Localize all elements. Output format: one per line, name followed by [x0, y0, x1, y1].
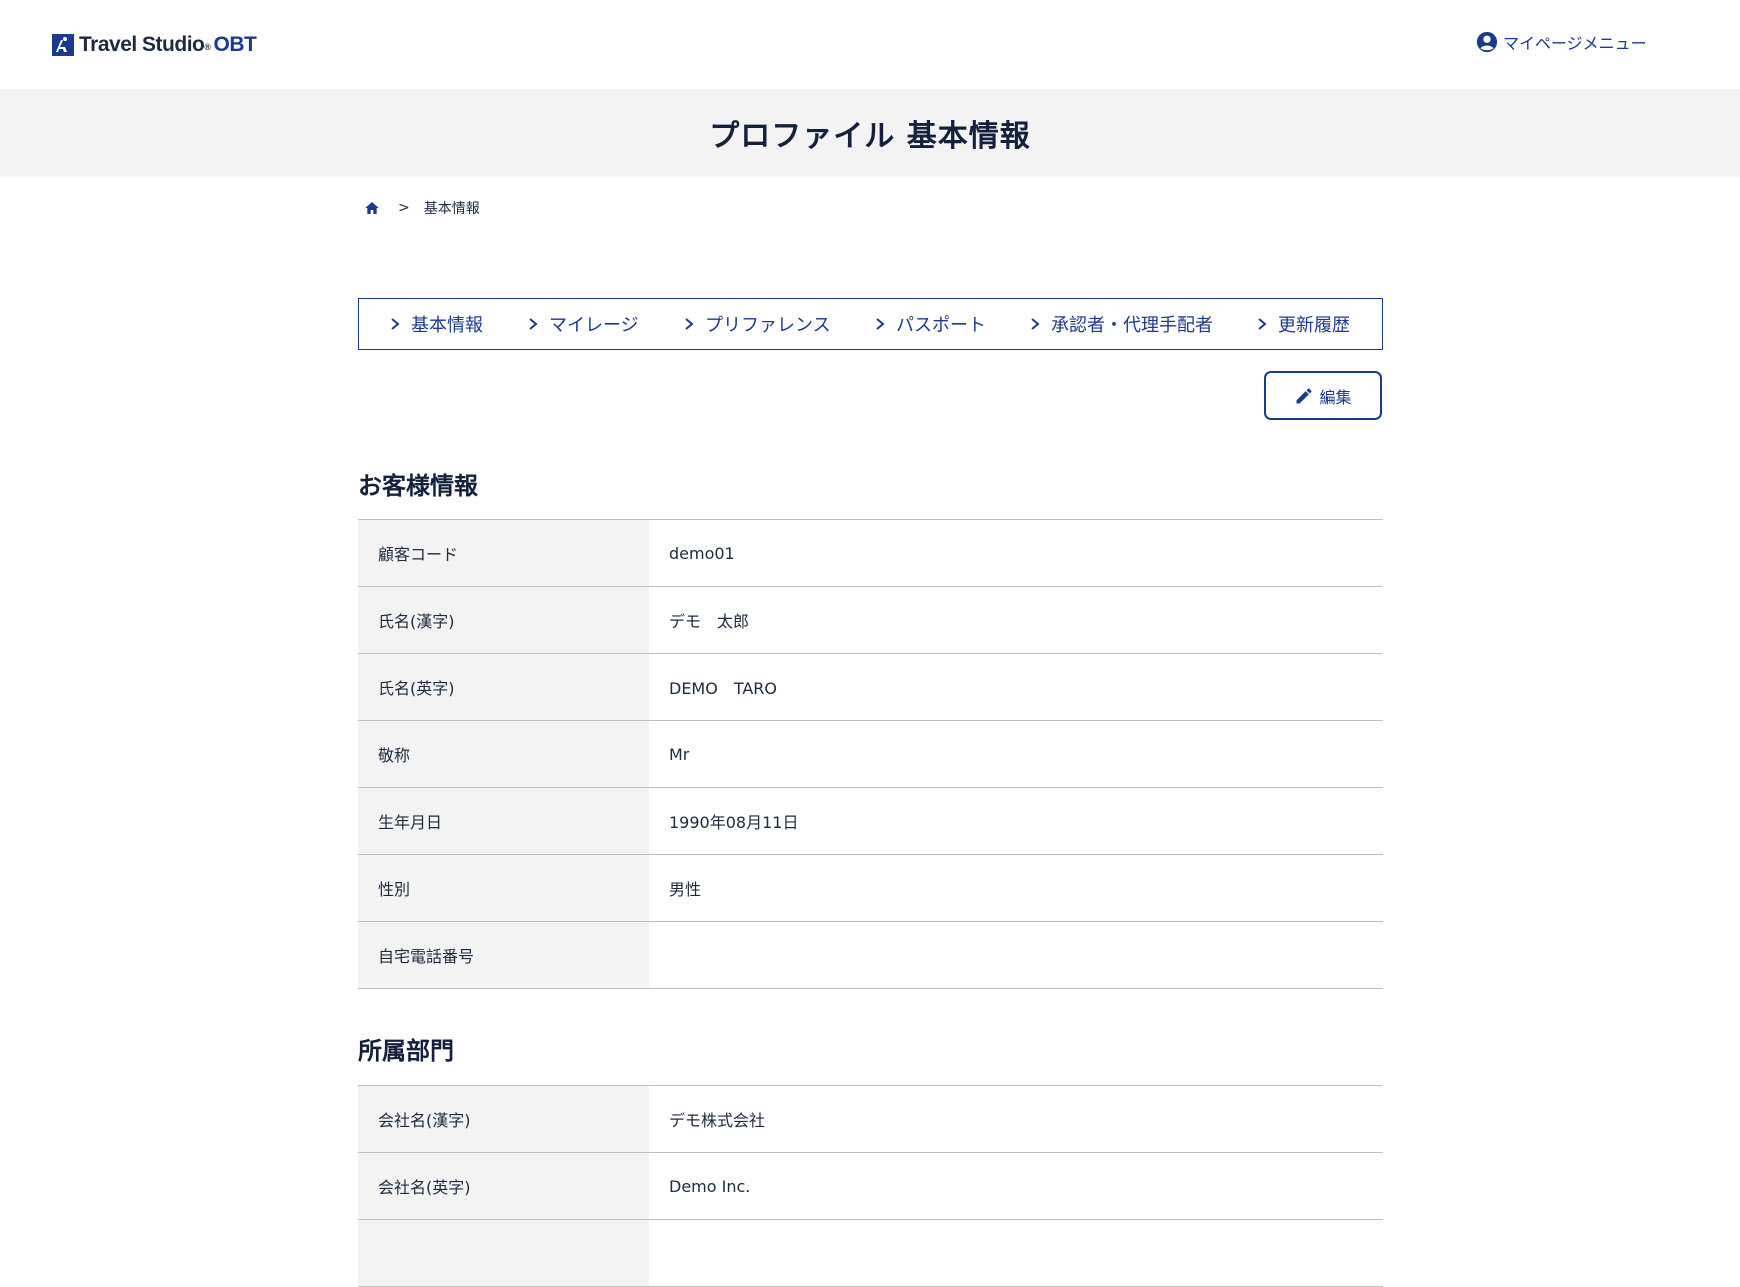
row-value: デモ 太郎: [669, 612, 750, 631]
section-title-customer: お客様情報: [358, 472, 478, 500]
site-header: Travel Studio® OBT マイページメニュー: [0, 0, 1740, 89]
subnav-item-basic-info[interactable]: 基本情報: [389, 299, 483, 349]
table-row: 生年月日 1990年08月11日: [358, 788, 1383, 855]
chevron-right-icon: [1031, 318, 1040, 330]
row-value: デモ株式会社: [669, 1111, 766, 1130]
row-value: 男性: [669, 880, 702, 899]
row-label: 氏名(漢字): [358, 587, 649, 653]
table-row: 性別 男性: [358, 855, 1383, 922]
section-title-department: 所属部門: [358, 1037, 454, 1065]
chevron-right-icon: [529, 318, 538, 330]
customer-info-table: 顧客コード demo01 氏名(漢字) デモ 太郎 氏名(英字) DEMO TA…: [358, 519, 1383, 989]
edit-button[interactable]: 編集: [1264, 371, 1382, 420]
table-row: 氏名(漢字) デモ 太郎: [358, 587, 1383, 654]
department-info-table: 会社名(漢字) デモ株式会社 会社名(英字) Demo Inc.: [358, 1085, 1383, 1287]
table-row: 顧客コード demo01: [358, 520, 1383, 587]
table-row: 敬称 Mr: [358, 721, 1383, 788]
subnav-item-preferences[interactable]: プリファレンス: [683, 299, 831, 349]
row-value: DEMO TARO: [669, 679, 778, 698]
chevron-right-icon: [391, 318, 400, 330]
row-label: 性別: [358, 855, 649, 921]
pencil-icon: [1296, 387, 1312, 403]
title-band: プロファイル 基本情報: [0, 89, 1740, 177]
home-icon[interactable]: [364, 200, 380, 216]
subnav-item-approvers[interactable]: 承認者・代理手配者: [1029, 299, 1213, 349]
subnav-item-passport[interactable]: パスポート: [874, 299, 986, 349]
mypage-menu-link[interactable]: マイページメニュー: [1476, 30, 1647, 54]
row-label: 生年月日: [358, 788, 649, 854]
subnav-item-history[interactable]: 更新履歴: [1256, 299, 1350, 349]
row-value: demo01: [669, 543, 735, 563]
table-row: 会社名(漢字) デモ株式会社: [358, 1086, 1383, 1153]
table-row: 自宅電話番号: [358, 922, 1383, 989]
row-label: 自宅電話番号: [358, 922, 649, 988]
table-row: 会社名(英字) Demo Inc.: [358, 1153, 1383, 1220]
row-value: Mr: [669, 744, 690, 764]
logo-text: Travel Studio® OBT: [79, 33, 257, 56]
row-label: 敬称: [358, 721, 649, 787]
row-label: [358, 1220, 649, 1286]
chevron-right-icon: [876, 318, 885, 330]
row-value: Demo Inc.: [669, 1176, 751, 1196]
profile-subnav: 基本情報 マイレージ プリファレンス パスポート 承認者・代理手配者 更新履歴: [358, 298, 1383, 350]
breadcrumb: > 基本情報: [364, 198, 480, 218]
subnav-item-mileage[interactable]: マイレージ: [527, 299, 639, 349]
breadcrumb-current: 基本情報: [423, 201, 480, 217]
breadcrumb-separator: >: [398, 200, 410, 216]
row-value: [649, 1220, 1383, 1286]
row-label: 会社名(英字): [358, 1153, 649, 1219]
mypage-menu-label: マイページメニュー: [1503, 34, 1647, 53]
table-row: 氏名(英字) DEMO TARO: [358, 654, 1383, 721]
row-label: 会社名(漢字): [358, 1086, 649, 1152]
site-logo[interactable]: Travel Studio® OBT: [52, 33, 257, 57]
chevron-right-icon: [1258, 318, 1267, 330]
row-label: 顧客コード: [358, 520, 649, 586]
row-label: 氏名(英字): [358, 654, 649, 720]
row-value: [649, 922, 1383, 988]
user-circle-icon: [1476, 31, 1498, 53]
edit-button-label: 編集: [1319, 387, 1352, 407]
logo-mark-icon: [52, 34, 74, 56]
chevron-right-icon: [685, 318, 694, 330]
row-value: 1990年08月11日: [669, 813, 799, 832]
page-title: プロファイル 基本情報: [709, 119, 1031, 154]
table-row: [358, 1220, 1383, 1287]
